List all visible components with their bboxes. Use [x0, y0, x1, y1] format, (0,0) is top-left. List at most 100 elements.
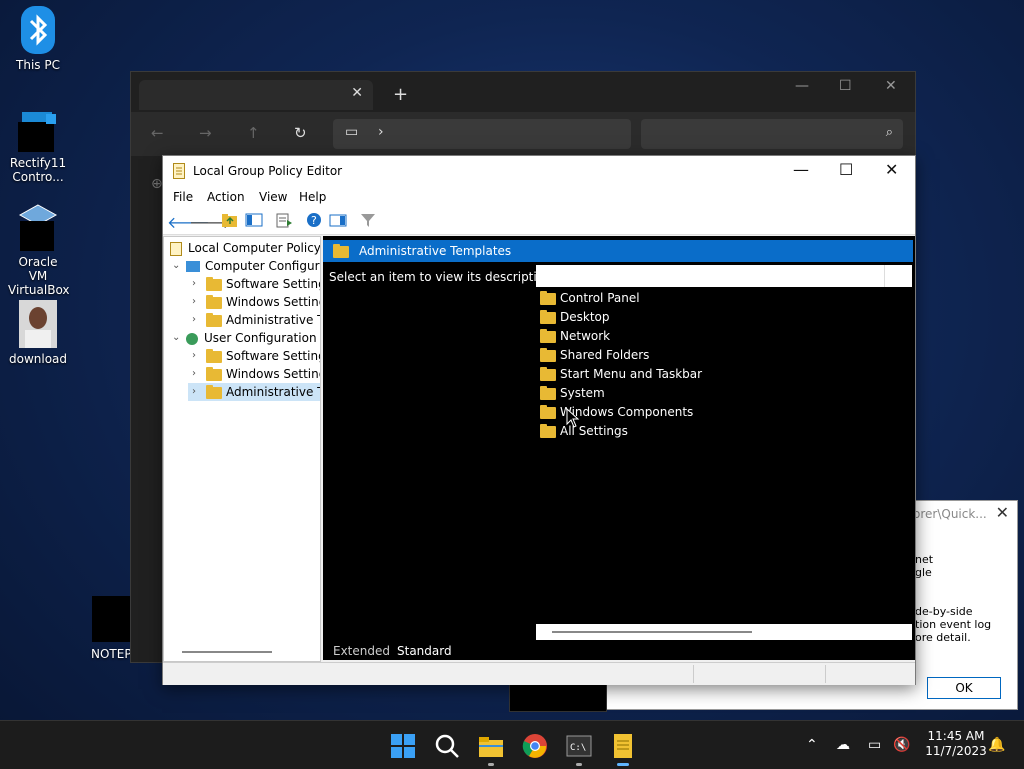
tree-item-administrative-templates-selected[interactable]: › Administrative Te [188, 383, 320, 401]
title-bar[interactable]: Local Group Policy Editor — ☐ ✕ [163, 156, 915, 186]
desktop-icon-label: download [8, 352, 68, 366]
menu-bar: File Action View Help [163, 186, 915, 208]
group-policy-editor-window[interactable]: Local Group Policy Editor — ☐ ✕ File Act… [162, 155, 916, 685]
back-arrow-icon[interactable]: 🡐 [167, 212, 210, 232]
list-item[interactable]: Start Menu and Taskbar [540, 365, 702, 383]
help-icon[interactable]: ? [305, 212, 323, 230]
policy-document-icon [170, 241, 182, 256]
chevron-right-icon[interactable]: › [192, 365, 196, 383]
tree-horizontal-scrollbar[interactable] [182, 651, 272, 653]
list-item[interactable]: Shared Folders [540, 346, 649, 364]
clock[interactable]: 11:45 AM 11/7/2023 [918, 729, 994, 759]
chevron-right-icon[interactable]: › [192, 311, 196, 329]
tab-standard[interactable]: Standard [397, 644, 452, 658]
chevron-right-icon[interactable]: › [192, 383, 196, 401]
ok-button[interactable]: OK [927, 677, 1001, 699]
chevron-right-icon[interactable]: › [192, 293, 196, 311]
address-bar[interactable]: ▭ › [333, 119, 631, 149]
forward-arrow-icon[interactable]: → [199, 124, 212, 142]
desktop-icon-download[interactable]: download [0, 300, 76, 366]
folder-icon [206, 276, 222, 291]
column-header[interactable] [536, 265, 912, 287]
list-item[interactable]: All Settings [540, 422, 628, 440]
pane-header-title: Administrative Templates [359, 244, 512, 258]
folder-icon [540, 385, 556, 400]
menu-view[interactable]: View [259, 190, 287, 204]
list-item-label: System [560, 386, 605, 400]
command-prompt-icon[interactable]: C:\ [566, 733, 592, 759]
chevron-down-icon[interactable]: ⌄ [172, 257, 180, 275]
notepad-icon[interactable] [610, 733, 636, 759]
column-separator[interactable] [884, 265, 885, 287]
file-explorer-icon[interactable] [478, 733, 504, 759]
desktop-icon-this-pc[interactable]: This PC [0, 6, 76, 72]
maximize-icon[interactable]: ☐ [839, 78, 852, 94]
chevron-down-icon[interactable]: ⌄ [172, 329, 180, 347]
tab-extended[interactable]: Extended [333, 644, 390, 658]
list-item-label: Desktop [560, 310, 610, 324]
tree-item-windows-settings[interactable]: › Windows Setting [188, 293, 320, 311]
folder-icon [540, 328, 556, 343]
tree-item-windows-settings[interactable]: › Windows Setting [188, 365, 320, 383]
list-item[interactable]: Control Panel [540, 289, 640, 307]
menu-action[interactable]: Action [207, 190, 245, 204]
list-item-label: Start Menu and Taskbar [560, 367, 703, 381]
properties-icon[interactable] [329, 212, 347, 230]
tree-item-local-computer-policy[interactable]: Local Computer Policy [170, 239, 321, 257]
list-item[interactable]: Network [540, 327, 610, 345]
start-icon[interactable] [390, 733, 416, 759]
user-icon [186, 332, 198, 345]
export-list-icon[interactable] [275, 212, 293, 230]
close-icon[interactable]: ✕ [885, 78, 897, 94]
notification-bell-icon[interactable]: 🔔 [988, 737, 1005, 753]
desktop-icon-rectify11[interactable]: Rectify11 Contro... [0, 108, 76, 184]
tree-pane[interactable]: Local Computer Policy ⌄ Computer Configu… [163, 236, 321, 662]
scrollbar-thumb[interactable] [552, 631, 752, 633]
refresh-icon[interactable]: ↻ [294, 124, 307, 142]
cloud-offline-icon[interactable]: ☁ [836, 737, 850, 753]
list-item[interactable]: Windows Components [540, 403, 693, 421]
close-icon[interactable]: ✕ [996, 503, 1009, 522]
network-icon[interactable]: ▭ [868, 737, 881, 753]
minimize-icon[interactable]: — [795, 78, 809, 94]
new-tab-icon[interactable]: + [393, 84, 408, 105]
tree-item-software-settings[interactable]: › Software Settings [188, 275, 320, 293]
list-item[interactable]: System [540, 384, 605, 402]
menu-help[interactable]: Help [299, 190, 326, 204]
tree-item-administrative-templates[interactable]: › Administrative Te [188, 311, 320, 329]
taskbar: C:\ ⌃ ☁ ▭ 🔇 11:45 AM 11/7/2023 🔔 [0, 720, 1024, 769]
maximize-icon[interactable]: ☐ [839, 160, 853, 179]
list-item[interactable]: Desktop [540, 308, 610, 326]
tree-item-label: Local Computer Policy [188, 241, 321, 255]
dialog-line: gle [915, 566, 932, 579]
explorer-search-input[interactable]: ⌕ [641, 119, 903, 149]
folder-icon [540, 309, 556, 324]
up-arrow-icon[interactable]: ↑ [247, 124, 260, 142]
notepad-desktop-icon[interactable] [92, 596, 130, 642]
chevron-right-icon[interactable]: › [192, 275, 196, 293]
tree-item-software-settings[interactable]: › Software Settings [188, 347, 320, 365]
chrome-icon[interactable] [522, 733, 548, 759]
chevron-right-icon[interactable]: › [192, 347, 196, 365]
show-hide-tree-icon[interactable] [245, 212, 263, 230]
list-horizontal-scrollbar[interactable] [536, 624, 912, 640]
desktop-icon-virtualbox[interactable]: Oracle VM VirtualBox [0, 203, 76, 297]
details-pane[interactable]: Administrative Templates Select an item … [323, 236, 915, 660]
up-folder-icon[interactable] [221, 212, 239, 230]
volume-muted-icon[interactable]: 🔇 [893, 737, 910, 753]
back-arrow-icon[interactable]: ← [151, 124, 164, 142]
minimize-icon[interactable]: — [793, 160, 809, 179]
close-tab-icon[interactable]: ✕ [351, 85, 363, 101]
explorer-tab[interactable]: ✕ [139, 80, 373, 110]
plus-circle-icon[interactable]: ⊕ [151, 176, 163, 192]
chevron-up-icon[interactable]: ⌃ [806, 737, 818, 753]
tree-item-label: Software Settings [226, 277, 320, 291]
tree-item-computer-configuration[interactable]: ⌄ Computer Configura [170, 257, 320, 275]
chevron-right-icon[interactable]: › [378, 124, 384, 140]
search-icon[interactable] [434, 733, 460, 759]
filter-icon[interactable] [359, 212, 377, 230]
forward-arrow-icon[interactable]: 🡒 [189, 212, 232, 232]
tree-item-user-configuration[interactable]: ⌄ User Configuration [170, 329, 317, 347]
menu-file[interactable]: File [173, 190, 193, 204]
close-icon[interactable]: ✕ [885, 160, 898, 179]
